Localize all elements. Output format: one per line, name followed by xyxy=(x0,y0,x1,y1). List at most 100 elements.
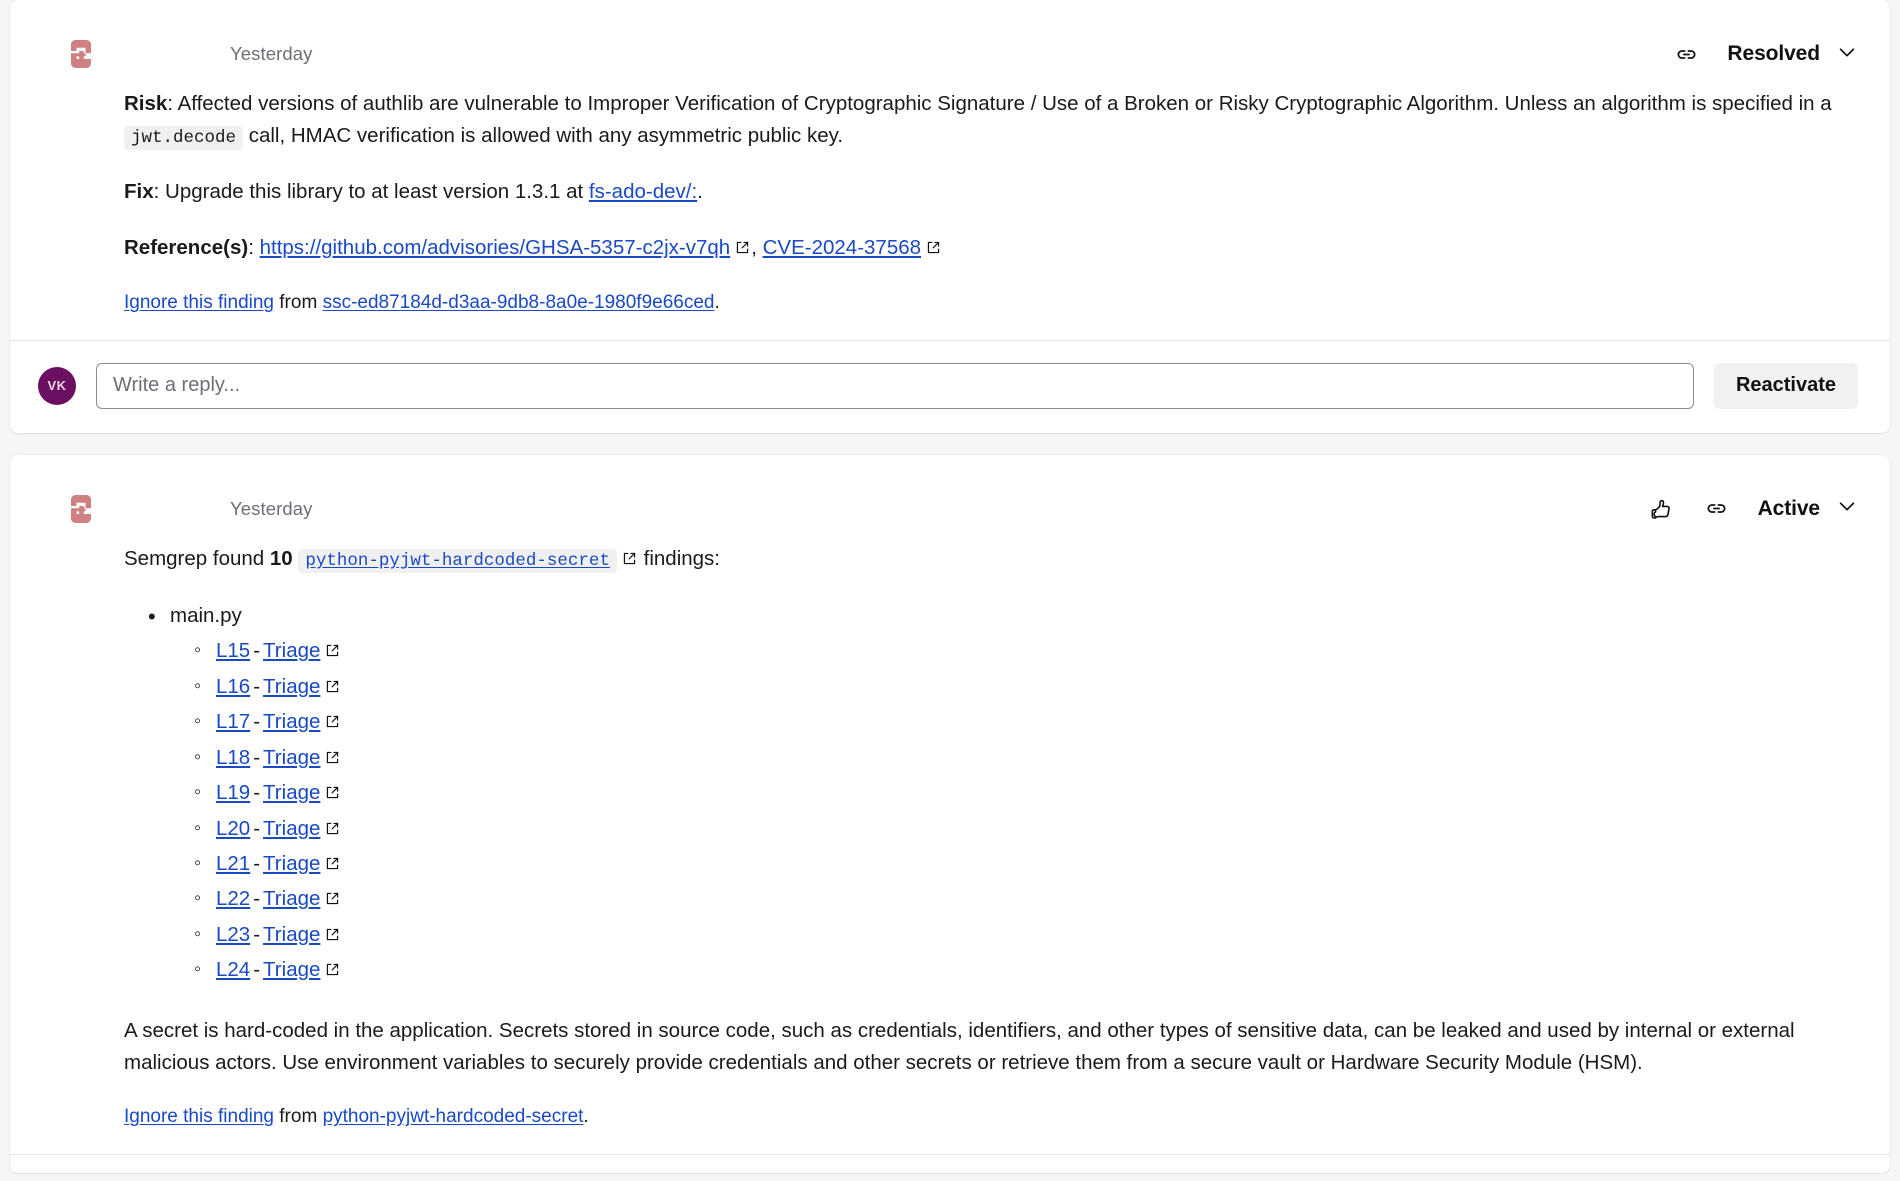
list-item: L15-Triage xyxy=(194,634,1854,669)
ignore-trailing: . xyxy=(714,292,720,314)
list-item: L18-Triage xyxy=(194,741,1854,776)
triage-link[interactable]: Triage xyxy=(263,675,320,698)
fix-text: : Upgrade this library to at least versi… xyxy=(153,179,589,203)
thumbs-up-icon[interactable] xyxy=(1646,494,1676,524)
fix-label: Fix xyxy=(124,179,154,203)
summary-suffix: findings: xyxy=(637,546,721,570)
fix-trailing: . xyxy=(697,179,703,203)
risk-label: Risk xyxy=(124,92,168,115)
semgrep-logo-icon xyxy=(62,35,100,73)
list-item: L21-Triage xyxy=(194,847,1854,882)
reactivate-button[interactable]: Reactivate xyxy=(1713,362,1858,409)
finding-line-link[interactable]: L22 xyxy=(216,887,250,910)
comment-body: Semgrep found 10 python-pyjwt-hardcoded-… xyxy=(10,535,1890,1132)
finding-line-link[interactable]: L18 xyxy=(216,746,250,769)
triage-link[interactable]: Triage xyxy=(263,817,320,840)
external-link-icon xyxy=(926,233,941,265)
reply-row: VK Reactivate xyxy=(10,341,1890,433)
ignore-finding-paragraph: Ignore this finding from ssc-ed87184d-d3… xyxy=(124,288,1854,317)
external-link-icon xyxy=(325,635,340,669)
comment-header-actions: Resolved xyxy=(1671,39,1862,69)
finding-line-link[interactable]: L16 xyxy=(216,675,250,698)
comment-timestamp: Yesterday xyxy=(230,497,313,519)
triage-link[interactable]: Triage xyxy=(263,923,320,946)
finding-line-link[interactable]: L24 xyxy=(216,958,250,981)
summary-prefix: Semgrep found xyxy=(124,546,270,570)
findings-count: 10 xyxy=(269,546,293,570)
external-link-icon xyxy=(325,954,340,988)
comment-header: Yesterday Resolved xyxy=(10,28,1890,80)
ignore-middle-text: from xyxy=(274,1106,323,1128)
comment-header: Yesterday Active xyxy=(10,483,1890,535)
list-item: L22-Triage xyxy=(194,882,1854,917)
triage-link[interactable]: Triage xyxy=(263,958,320,981)
finding-line-link[interactable]: L20 xyxy=(216,817,250,840)
triage-link[interactable]: Triage xyxy=(263,852,320,875)
external-link-icon xyxy=(325,919,340,953)
triage-link[interactable]: Triage xyxy=(263,746,320,769)
external-link-icon xyxy=(325,706,340,740)
triage-link[interactable]: Triage xyxy=(263,639,320,662)
link-icon[interactable] xyxy=(1702,494,1732,524)
list-item: main.py L15-Triage L16-Triage L17-Triage… xyxy=(170,600,1854,989)
findings-summary: Semgrep found 10 python-pyjwt-hardcoded-… xyxy=(124,543,1854,576)
external-link-icon xyxy=(622,544,637,576)
reply-input[interactable] xyxy=(96,362,1694,409)
reference-link-cve[interactable]: CVE-2024-37568 xyxy=(763,236,921,259)
finding-line-link[interactable]: L17 xyxy=(216,710,250,733)
risk-text-1: : Affected versions of authlib are vulne… xyxy=(167,92,1832,115)
external-link-icon xyxy=(325,848,340,882)
triage-link[interactable]: Triage xyxy=(263,887,320,910)
jwt-decode-code: jwt.decode xyxy=(124,125,244,150)
comment-card-resolved: Yesterday Resolved Risk: Affected versio… xyxy=(10,0,1890,433)
status-dropdown-active[interactable]: Active xyxy=(1758,495,1862,522)
risk-paragraph: Risk: Affected versions of authlib are v… xyxy=(124,88,1854,152)
references-paragraph: Reference(s): https://github.com/advisor… xyxy=(124,232,1854,265)
list-item: L20-Triage xyxy=(194,812,1854,847)
list-item: L24-Triage xyxy=(194,953,1854,988)
chevron-down-icon xyxy=(1836,495,1858,522)
finding-line-link[interactable]: L19 xyxy=(216,781,250,804)
finding-file-name: main.py xyxy=(170,604,242,627)
reference-link-ghsa[interactable]: https://github.com/advisories/GHSA-5357-… xyxy=(260,236,731,259)
ignore-source-link[interactable]: python-pyjwt-hardcoded-secret xyxy=(323,1106,584,1127)
ignore-this-finding-link[interactable]: Ignore this finding xyxy=(124,292,274,313)
findings-list: main.py L15-Triage L16-Triage L17-Triage… xyxy=(124,600,1854,989)
references-comma: , xyxy=(751,235,763,259)
external-link-icon xyxy=(325,813,340,847)
comments-page: Yesterday Resolved Risk: Affected versio… xyxy=(0,0,1900,1181)
card-separator xyxy=(0,433,1900,455)
fix-paragraph: Fix: Upgrade this library to at least ve… xyxy=(124,176,1854,208)
comment-body: Risk: Affected versions of authlib are v… xyxy=(10,80,1890,318)
ignore-finding-paragraph: Ignore this finding from python-pyjwt-ha… xyxy=(124,1102,1854,1131)
comment-timestamp: Yesterday xyxy=(230,43,313,64)
finding-line-link[interactable]: L15 xyxy=(216,639,250,662)
list-item: L16-Triage xyxy=(194,670,1854,705)
ignore-this-finding-link[interactable]: Ignore this finding xyxy=(124,1106,274,1127)
comment-card-active: Yesterday Active Semgrep found 10 python… xyxy=(10,454,1890,1173)
link-icon[interactable] xyxy=(1671,39,1701,69)
chevron-down-icon xyxy=(1836,41,1858,68)
avatar: VK xyxy=(38,366,76,405)
fix-repo-link[interactable]: fs-ado-dev/: xyxy=(589,180,697,203)
references-separator: : xyxy=(248,235,260,259)
list-item: L23-Triage xyxy=(194,918,1854,953)
status-badge: Resolved xyxy=(1727,42,1820,65)
finding-line-link[interactable]: L21 xyxy=(216,852,250,875)
ignore-middle-text: from xyxy=(274,292,323,314)
rule-link[interactable]: python-pyjwt-hardcoded-secret xyxy=(305,551,610,571)
finding-lines-list: L15-Triage L16-Triage L17-Triage L18-Tri… xyxy=(170,634,1854,988)
external-link-icon xyxy=(325,742,340,776)
list-item: L17-Triage xyxy=(194,705,1854,740)
risk-text-2: call, HMAC verification is allowed with … xyxy=(243,123,844,147)
triage-link[interactable]: Triage xyxy=(263,710,320,733)
references-label: Reference(s) xyxy=(124,235,249,259)
status-dropdown-resolved[interactable]: Resolved xyxy=(1727,41,1862,68)
triage-link[interactable]: Triage xyxy=(263,781,320,804)
semgrep-logo-icon xyxy=(62,489,100,528)
ignore-trailing: . xyxy=(583,1106,589,1128)
external-link-icon xyxy=(325,883,340,917)
external-link-icon xyxy=(325,777,340,811)
ignore-source-link[interactable]: ssc-ed87184d-d3aa-9db8-8a0e-1980f9e66ced xyxy=(323,292,715,313)
finding-line-link[interactable]: L23 xyxy=(216,923,250,946)
